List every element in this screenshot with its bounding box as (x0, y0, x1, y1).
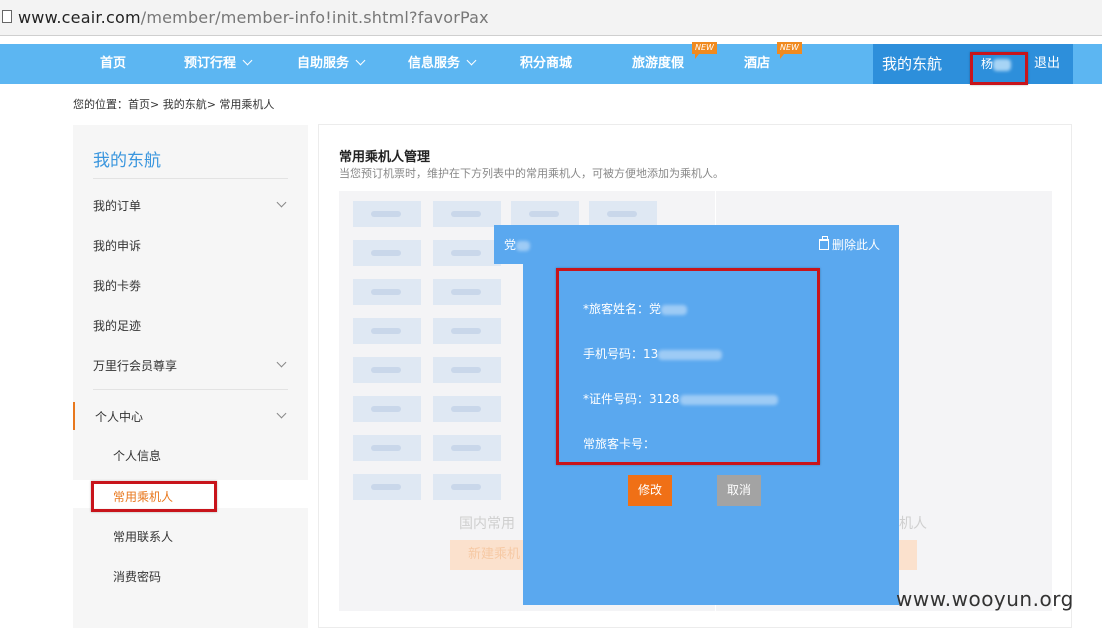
redacted-text (371, 289, 401, 295)
nav-label: 信息服务 (408, 56, 461, 71)
logout-link[interactable]: 退出 (1034, 44, 1060, 84)
redacted-text (607, 211, 637, 217)
cancel-button[interactable]: 取消 (717, 475, 761, 506)
redacted-text (529, 211, 559, 217)
redacted-text (451, 289, 481, 295)
chevron-down-icon[interactable] (276, 408, 287, 419)
redacted-text (451, 211, 481, 217)
chevron-down-icon (242, 55, 253, 66)
url-host: www.ceair.com (18, 8, 141, 27)
passenger-chip[interactable] (353, 201, 421, 227)
modal-passenger-name: 党 (504, 236, 531, 253)
page-description: 当您预订机票时，维护在下方列表中的常用乘机人，可被方便地添加为乘机人。 (339, 167, 724, 180)
chevron-down-icon (355, 55, 366, 66)
redacted-text (371, 328, 401, 334)
active-indicator (73, 402, 75, 430)
nav-home[interactable]: 首页 (100, 44, 126, 84)
redacted-text (371, 250, 401, 256)
redacted-text (371, 445, 401, 451)
sidebar-item-orders[interactable]: 我的订单 (93, 197, 141, 214)
nav-points-mall[interactable]: 积分商城 (520, 44, 572, 84)
passenger-chip[interactable] (353, 396, 421, 422)
passenger-chip[interactable] (433, 279, 501, 305)
page-title: 常用乘机人管理 (339, 150, 431, 165)
passenger-chip[interactable] (433, 201, 501, 227)
redacted-text (451, 250, 481, 256)
delete-passenger-button[interactable]: 删除此人 (819, 236, 880, 253)
nav-label: 首页 (100, 56, 127, 71)
new-badge: NEW (692, 42, 717, 59)
sidebar-subitem-payment-password[interactable]: 消费密码 (113, 568, 161, 585)
redacted-text (451, 445, 481, 451)
divider (93, 389, 288, 390)
nav-info-service[interactable]: 信息服务 (408, 44, 477, 84)
passenger-chip[interactable] (433, 474, 501, 500)
sidebar-subitem-personal-info[interactable]: 个人信息 (113, 447, 161, 464)
trash-icon (819, 236, 829, 250)
highlight-box-details (556, 268, 820, 465)
empty-hint-left: 国内常用 (459, 516, 515, 532)
nav-booking[interactable]: 预订行程 (184, 44, 253, 84)
sidebar-title: 我的东航 (93, 151, 161, 171)
redacted-text (371, 211, 401, 217)
nav-self-service[interactable]: 自助服务 (297, 44, 366, 84)
passenger-chip[interactable] (353, 240, 421, 266)
redacted-text (516, 240, 531, 251)
nav-holiday[interactable]: 旅游度假 NEW (632, 42, 717, 84)
sidebar-subitem-contacts[interactable]: 常用联系人 (113, 528, 173, 545)
url-path: /member/member-info!init.shtml?favorPax (140, 8, 489, 27)
nav-label: 积分商城 (520, 56, 573, 71)
main-nav: 首页 预订行程 自助服务 信息服务 积分商城 旅游度假 NEW 酒店 NEW 我的东… (0, 42, 1102, 84)
passenger-chip[interactable] (353, 357, 421, 383)
watermark: www.wooyun.org (896, 587, 1074, 611)
passenger-chip[interactable] (589, 201, 657, 227)
passenger-chip[interactable] (433, 357, 501, 383)
passenger-chip[interactable] (433, 318, 501, 344)
empty-hint-right: 机人 (899, 516, 927, 532)
chevron-down-icon[interactable] (276, 357, 287, 368)
sidebar-item-personal-center[interactable]: 个人中心 (95, 408, 143, 425)
passenger-chip[interactable] (511, 201, 579, 227)
passenger-chip[interactable] (433, 435, 501, 461)
delete-label: 删除此人 (832, 238, 881, 252)
divider (93, 178, 288, 179)
address-bar[interactable]: www.ceair.com/member/member-info!init.sh… (0, 0, 1102, 36)
url-text[interactable]: www.ceair.com/member/member-info!init.sh… (18, 8, 489, 27)
breadcrumb: 您的位置：首页> 我的东航> 常用乘机人 (73, 98, 275, 111)
passenger-chip[interactable] (353, 279, 421, 305)
highlight-box-sidebar (91, 481, 217, 512)
redacted-text (451, 367, 481, 373)
nav-label: 自助服务 (297, 56, 350, 71)
sidebar-item-member-privileges[interactable]: 万里行会员尊享 (93, 357, 177, 374)
nav-label: 旅游度假 (632, 56, 685, 71)
chevron-down-icon (466, 55, 477, 66)
chevron-down-icon[interactable] (276, 197, 287, 208)
new-badge: NEW (777, 42, 802, 59)
sidebar-item-footprints[interactable]: 我的足迹 (93, 317, 141, 334)
my-ceair-link[interactable]: 我的东航 (882, 44, 942, 84)
edit-button[interactable]: 修改 (628, 475, 672, 506)
highlight-box-user (970, 52, 1028, 85)
passenger-chip[interactable] (353, 318, 421, 344)
redacted-text (371, 367, 401, 373)
redacted-text (451, 484, 481, 490)
nav-label: 预订行程 (184, 56, 237, 71)
redacted-text (451, 328, 481, 334)
sidebar: 我的东航 我的订单 我的申诉 我的卡劵 我的足迹 万里行会员尊享 个人中心 个人… (73, 125, 308, 628)
nav-label: 酒店 (744, 56, 771, 71)
passenger-chip[interactable] (353, 435, 421, 461)
redacted-text (371, 484, 401, 490)
nav-hotel[interactable]: 酒店 NEW (744, 42, 802, 84)
sidebar-item-complaints[interactable]: 我的申诉 (93, 237, 141, 254)
page-icon (2, 10, 12, 23)
redacted-text (451, 406, 481, 412)
sidebar-item-coupons[interactable]: 我的卡劵 (93, 277, 141, 294)
redacted-text (371, 406, 401, 412)
passenger-chip[interactable] (353, 474, 421, 500)
passenger-chip[interactable] (433, 396, 501, 422)
name-text: 党 (504, 238, 517, 252)
passenger-chip[interactable] (433, 240, 501, 266)
